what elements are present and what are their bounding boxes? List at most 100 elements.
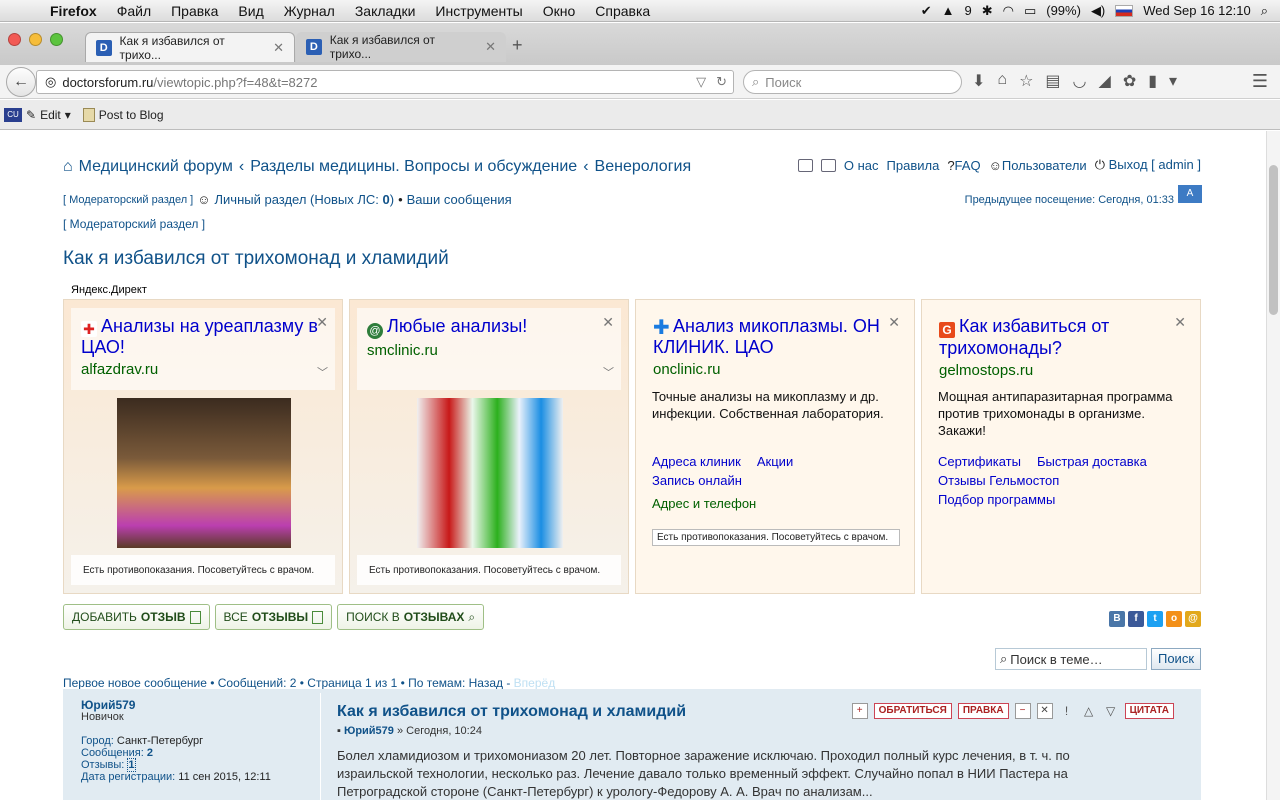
new-tab-plus-icon[interactable]: +	[512, 35, 523, 56]
ad-link[interactable]: Сертификаты	[938, 454, 1021, 469]
ad-card[interactable]: ✚ Анализ микоплазмы. ОН КЛИНИК. ЦАО oncli…	[635, 299, 915, 594]
page-title[interactable]: Как я избавился от трихомонад и хламидий	[63, 248, 449, 270]
minimize-window-button[interactable]	[29, 33, 42, 46]
bluetooth-icon[interactable]: ✱	[982, 3, 993, 19]
lab-flasks-photo[interactable]	[417, 398, 563, 548]
lab-flasks-photo[interactable]	[117, 398, 291, 548]
delete-icon[interactable]: ✕	[1036, 703, 1053, 719]
moderator-panel-link[interactable]: [ Модераторский раздел ]	[63, 194, 193, 206]
addon-icon[interactable]: ✿	[1123, 71, 1136, 91]
url-bar[interactable]: ◎ doctorsforum.ru/viewtopic.php?f=48&t=8…	[36, 70, 734, 94]
my-posts-link[interactable]: Ваши сообщения	[407, 192, 512, 207]
hamburger-menu-icon[interactable]: ☰	[1252, 71, 1268, 92]
users-link[interactable]: Пользователи	[1002, 158, 1087, 173]
odnoklassniki-share-icon[interactable]: о	[1166, 611, 1182, 627]
minus-icon[interactable]: −	[1014, 703, 1031, 719]
topic-search-button[interactable]: Поиск	[1151, 648, 1201, 670]
add-icon[interactable]: +	[851, 703, 868, 719]
chevron-down-icon[interactable]: ﹀	[317, 364, 328, 380]
page-scrollbar[interactable]	[1266, 131, 1280, 800]
breadcrumb-forum[interactable]: Медицинский форум	[79, 158, 233, 176]
notification-icon[interactable]: ▲	[942, 3, 955, 18]
clock[interactable]: Wed Sep 16 12:10	[1143, 3, 1250, 18]
ad-domain[interactable]: onclinic.ru	[653, 361, 897, 378]
ad-link[interactable]: Подбор программы	[938, 492, 1055, 507]
scrollbar-thumb[interactable]	[1269, 165, 1278, 315]
menu-history[interactable]: Журнал	[274, 3, 345, 19]
spotlight-search-icon[interactable]: ⌕	[1261, 3, 1268, 19]
close-window-button[interactable]	[8, 33, 21, 46]
close-ad-icon[interactable]: ✕	[888, 314, 900, 331]
reviews-count[interactable]: 1	[127, 758, 136, 772]
info-icon[interactable]: ▽	[1103, 703, 1119, 719]
logout-link[interactable]: Выход [ admin ]	[1109, 157, 1201, 172]
close-ad-icon[interactable]: ✕	[602, 314, 614, 331]
add-review-button[interactable]: ДОБАВИТЬ ОТЗЫВ	[63, 604, 210, 630]
back-button[interactable]: ←	[6, 67, 36, 97]
battery-icon[interactable]: ▭	[1024, 3, 1036, 19]
dropdown-chevron-icon[interactable]: ▾	[1169, 71, 1177, 91]
zoom-window-button[interactable]	[50, 33, 63, 46]
reading-list-icon[interactable]: ▤	[1045, 71, 1060, 91]
rules-link[interactable]: Правила	[887, 158, 940, 173]
breadcrumb-venerology[interactable]: Венерология	[595, 158, 692, 176]
print-icon[interactable]	[797, 158, 813, 172]
ad-domain[interactable]: alfazdrav.ru	[81, 361, 325, 378]
about-link[interactable]: О нас	[844, 158, 879, 173]
menu-app-firefox[interactable]: Firefox	[40, 3, 107, 19]
clipboard-icon[interactable]: ▮	[1148, 71, 1157, 91]
menu-file[interactable]: Файл	[107, 3, 161, 19]
pagination-text[interactable]: Первое новое сообщение • Сообщений: 2 • …	[63, 676, 514, 690]
close-tab-icon[interactable]: ✕	[485, 39, 496, 55]
topic-search-input[interactable]: ⌕ Поиск в теме…	[995, 648, 1147, 670]
ad-link[interactable]: Адреса клиник	[652, 454, 741, 469]
tab-active[interactable]: D Как я избавился от трихо... ✕	[85, 32, 295, 62]
ads-label[interactable]: Яндекс.Директ	[71, 284, 147, 296]
chevron-down-icon[interactable]: ▾	[65, 108, 71, 122]
downloads-icon[interactable]: ⬇	[972, 71, 985, 91]
ad-link[interactable]: Отзывы Гельмостоп	[938, 473, 1059, 488]
warn-icon[interactable]: !	[1059, 703, 1075, 719]
moderator-panel-link-2[interactable]: [ Модераторский раздел ]	[63, 217, 205, 231]
menu-bookmarks[interactable]: Закладки	[345, 3, 426, 19]
breadcrumb-sections[interactable]: Разделы медицины. Вопросы и обсуждение	[250, 158, 577, 176]
ad-link[interactable]: Акции	[757, 454, 793, 469]
close-ad-icon[interactable]: ✕	[1174, 314, 1186, 331]
ad-link[interactable]: Быстрая доставка	[1037, 454, 1147, 469]
edit-button[interactable]: ПРАВКА	[957, 703, 1009, 719]
report-icon[interactable]: △	[1081, 703, 1097, 719]
menu-tools[interactable]: Инструменты	[425, 3, 532, 19]
url-dropdown-icon[interactable]: ▽	[696, 74, 706, 90]
reload-icon[interactable]: ↻	[716, 74, 727, 90]
ad-card[interactable]: G Как избавиться от трихомонады? gelmosto…	[921, 299, 1201, 594]
bookmark-star-icon[interactable]: ☆	[1019, 71, 1033, 91]
contact-button[interactable]: ОБРАТИТЬСЯ	[873, 703, 952, 719]
ad-title[interactable]: @ Любые анализы!	[367, 316, 611, 339]
faq-link[interactable]: FAQ	[955, 158, 981, 173]
search-reviews-button[interactable]: ПОИСК В ОТЗЫВАХ ⌕	[337, 604, 485, 630]
twitter-share-icon[interactable]: t	[1147, 611, 1163, 627]
tab-inactive[interactable]: D Как я избавился от трихо... ✕	[296, 32, 506, 62]
menu-edit[interactable]: Правка	[161, 3, 228, 19]
ad-address-link[interactable]: Адрес и телефон	[652, 496, 756, 511]
bookmark-edit[interactable]: CU ✎ Edit ▾	[4, 107, 71, 122]
ad-card[interactable]: @ Любые анализы! smclinic.ru ✕ ﹀ Есть про…	[349, 299, 629, 594]
site-identity-icon[interactable]: ◎	[45, 74, 56, 90]
posts-count[interactable]: 2	[147, 747, 153, 759]
ad-domain[interactable]: gelmostops.ru	[939, 362, 1183, 379]
check-icon[interactable]: ✔	[921, 3, 932, 19]
vk-share-icon[interactable]: B	[1109, 611, 1125, 627]
mail-share-icon[interactable]: @	[1185, 611, 1201, 627]
menu-window[interactable]: Окно	[533, 3, 586, 19]
pocket-icon[interactable]: ◡	[1073, 71, 1087, 91]
email-icon[interactable]	[820, 158, 836, 172]
menu-view[interactable]: Вид	[228, 3, 273, 19]
close-tab-icon[interactable]: ✕	[273, 40, 284, 56]
font-size-icon[interactable]: A	[1178, 185, 1202, 203]
chevron-down-icon[interactable]: ﹀	[603, 364, 614, 380]
post-author-link[interactable]: Юрий579	[344, 725, 394, 737]
bookmark-post-to-blog[interactable]: Post to Blog	[82, 107, 164, 122]
ad-title[interactable]: ✚ Анализ микоплазмы. ОН КЛИНИК. ЦАО	[653, 316, 897, 358]
volume-icon[interactable]: ◀)	[1091, 3, 1105, 19]
all-reviews-button[interactable]: ВСЕ ОТЗЫВЫ	[214, 604, 333, 630]
